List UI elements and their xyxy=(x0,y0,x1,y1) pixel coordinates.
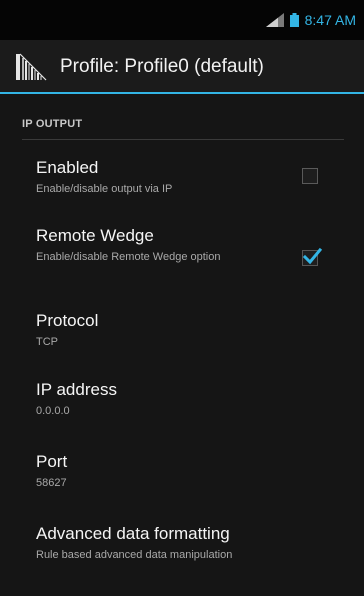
pref-summary: Enable/disable output via IP xyxy=(36,183,173,195)
pref-title: Port xyxy=(36,452,68,471)
pref-summary: TCP xyxy=(36,336,58,348)
pref-advanced-data-formatting[interactable]: Advanced data formatting Rule based adva… xyxy=(0,524,364,578)
pref-protocol[interactable]: Protocol TCP xyxy=(0,311,364,365)
category-title: IP OUTPUT xyxy=(22,118,83,130)
category-header: IP OUTPUT xyxy=(22,114,344,140)
status-bar: 8:47 AM xyxy=(0,0,364,40)
pref-title: Remote Wedge xyxy=(36,226,154,245)
pref-summary: Rule based advanced data manipulation xyxy=(36,549,233,561)
pref-summary: 58627 xyxy=(36,477,67,489)
datawedge-app-icon[interactable] xyxy=(14,52,48,82)
pref-title: Advanced data formatting xyxy=(36,524,230,543)
enabled-checkbox[interactable] xyxy=(302,168,318,184)
pref-summary: 0.0.0.0 xyxy=(36,405,70,417)
signal-icon xyxy=(265,13,284,27)
pref-summary: Enable/disable Remote Wedge option xyxy=(36,251,221,263)
pref-remote-wedge[interactable]: Remote Wedge Enable/disable Remote Wedge… xyxy=(0,226,364,296)
pref-ip-address[interactable]: IP address 0.0.0.0 xyxy=(0,380,364,434)
remote-wedge-checkbox[interactable] xyxy=(302,247,323,266)
status-clock: 8:47 AM xyxy=(304,12,356,28)
pref-title: IP address xyxy=(36,380,117,399)
battery-icon xyxy=(289,13,299,27)
pref-port[interactable]: Port 58627 xyxy=(0,452,364,506)
checkmark-icon xyxy=(302,247,323,265)
pref-enabled[interactable]: Enabled Enable/disable output via IP xyxy=(0,158,364,216)
action-bar: Profile: Profile0 (default) xyxy=(0,40,364,94)
page-title: Profile: Profile0 (default) xyxy=(60,56,264,77)
pref-title: Protocol xyxy=(36,311,99,330)
status-icons: 8:47 AM xyxy=(265,12,356,28)
